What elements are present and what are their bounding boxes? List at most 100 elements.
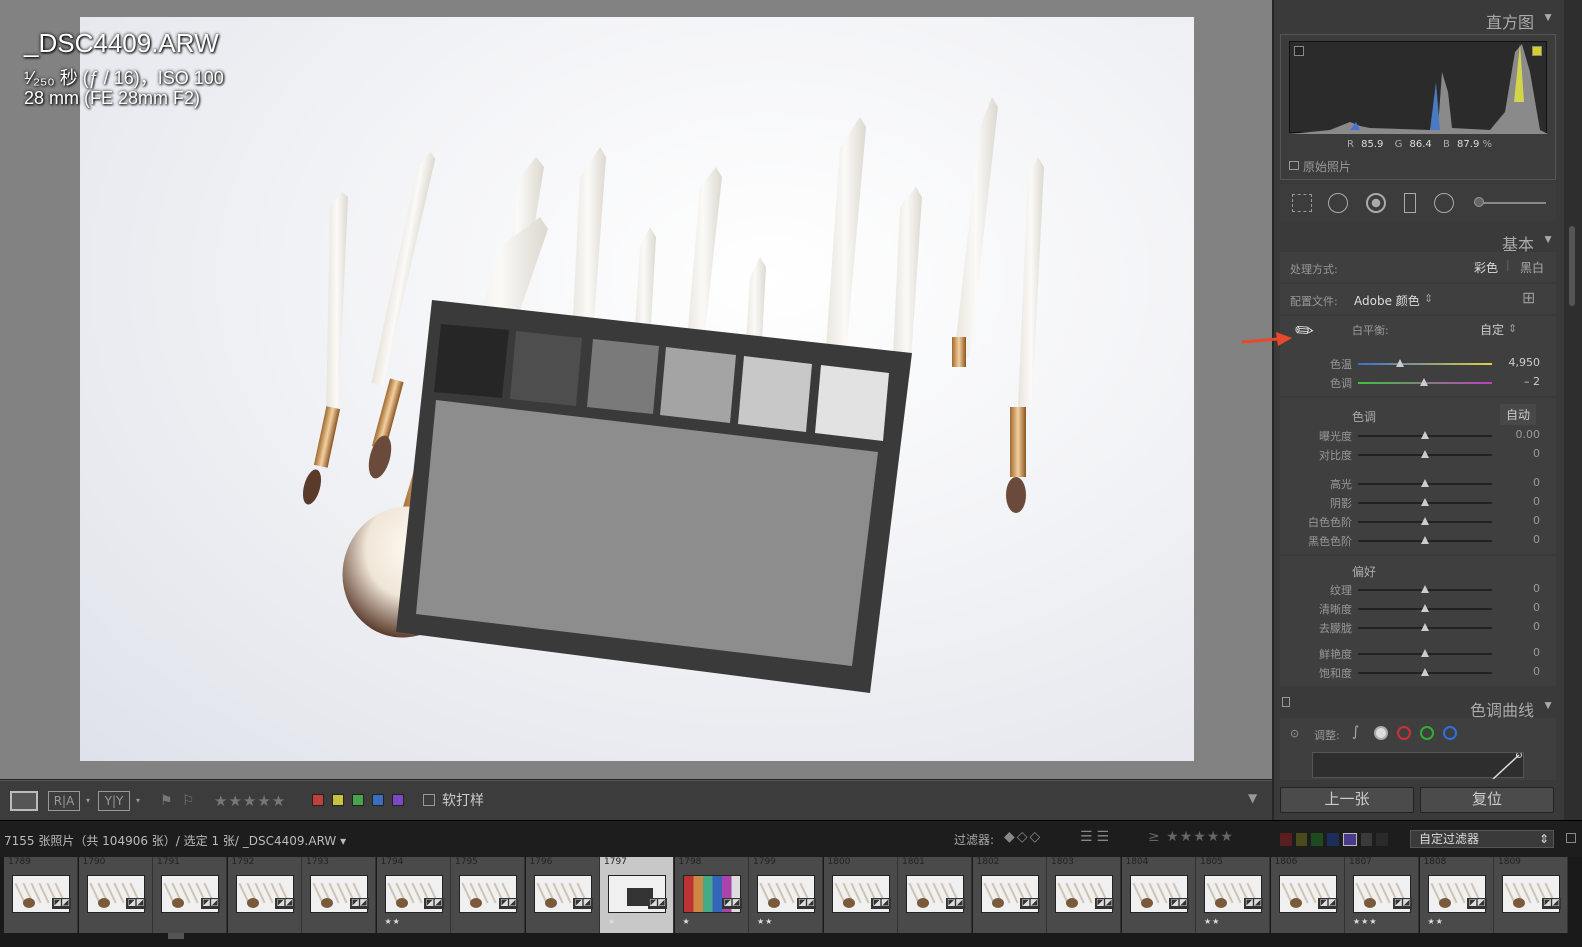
edit-badge-icon[interactable]: ◪◩ [349, 898, 369, 909]
edit-badge-icon[interactable]: ◪◩ [275, 898, 295, 909]
previous-button[interactable]: 上一张 [1280, 787, 1414, 813]
edit-filter-icons[interactable]: ☰☰ [1080, 829, 1113, 845]
edit-badge-icon[interactable]: ◪◩ [498, 898, 518, 909]
radial-filter-icon[interactable] [1434, 193, 1454, 213]
color-filter-red[interactable] [1280, 833, 1292, 846]
edit-badge-icon[interactable]: ◪◩ [1392, 898, 1412, 909]
edit-badge-icon[interactable]: ◪◩ [871, 898, 891, 909]
slider-track[interactable] [1358, 479, 1492, 487]
filmstrip-thumbnail[interactable]: 1797 ◪◩ ★ [600, 857, 674, 933]
profile-browser-grid-icon[interactable]: ⊞ [1522, 288, 1535, 307]
edit-badge-icon[interactable]: ◪◩ [1243, 898, 1263, 909]
updown-chevron-icon[interactable]: ⇕ [1539, 831, 1549, 847]
filter-lock-icon[interactable] [1566, 833, 1576, 843]
histogram-graph[interactable] [1289, 41, 1548, 134]
adjustment-brush-icon[interactable] [1474, 197, 1484, 207]
slider-track[interactable] [1358, 517, 1492, 525]
filmstrip-thumbnail[interactable]: 1806 ◪◩ [1270, 857, 1345, 933]
treatment-bw-button[interactable]: 黑白 [1520, 259, 1544, 276]
filmstrip-thumbnail[interactable]: 1792 ◪◩ [227, 857, 302, 933]
color-filter-other[interactable] [1376, 833, 1389, 846]
tint-slider-knob[interactable] [1419, 378, 1428, 386]
filmstrip-thumbnail[interactable]: 1807 ◪◩ ★★★ [1345, 857, 1419, 933]
photo-preview[interactable] [80, 17, 1194, 761]
temp-value[interactable]: 4,950 [1500, 356, 1541, 369]
treatment-color-button[interactable]: 彩色 [1474, 259, 1498, 276]
rating-filter-icons[interactable]: ≥ ★★★★★ [1148, 829, 1234, 845]
red-channel-icon[interactable] [1397, 726, 1411, 740]
slider-knob[interactable] [1421, 431, 1429, 439]
flag-filter-icons[interactable]: ◆◇◇ [1004, 829, 1042, 845]
red-eye-icon[interactable] [1366, 193, 1386, 213]
filter-preset-select[interactable]: 自定过滤器 ⇕ [1410, 830, 1554, 848]
slider-track[interactable] [1358, 623, 1492, 631]
highlight-clipping-icon[interactable] [1532, 46, 1542, 56]
filmstrip-thumbnail[interactable]: 1793 ◪◩ [302, 857, 376, 933]
slider-value[interactable]: 0 [1500, 514, 1540, 527]
slider-track[interactable] [1358, 498, 1492, 506]
filmstrip-thumbnail[interactable]: 1802 ◪◩ [972, 857, 1047, 933]
edit-badge-icon[interactable]: ◪◩ [1318, 898, 1338, 909]
white-balance-eyedropper-icon[interactable]: ✎ [1290, 316, 1320, 347]
slider-knob[interactable] [1421, 585, 1429, 593]
edit-badge-icon[interactable]: ◪◩ [1467, 898, 1487, 909]
point-curve-rgb-icon[interactable] [1374, 726, 1388, 740]
slider-track[interactable] [1358, 668, 1492, 676]
collapse-triangle-icon[interactable]: ▼ [1542, 10, 1554, 24]
edit-badge-icon[interactable]: ◪◩ [424, 898, 444, 909]
slider-value[interactable]: 0.00 [1500, 428, 1541, 441]
white-balance-select[interactable]: 自定 [1480, 321, 1504, 338]
spot-removal-icon[interactable] [1328, 193, 1348, 213]
slider-knob[interactable] [1421, 479, 1429, 487]
blue-channel-icon[interactable] [1443, 726, 1457, 740]
filmstrip-scrollbar-thumb[interactable] [168, 933, 184, 939]
updown-chevron-icon[interactable]: ⇕ [1508, 322, 1517, 335]
brush-slider-track[interactable] [1480, 202, 1546, 204]
slider-value[interactable]: 0 [1500, 495, 1540, 508]
tone-curve-graph[interactable] [1312, 752, 1524, 780]
slider-knob[interactable] [1421, 498, 1429, 506]
profile-select[interactable]: Adobe 颜色 [1354, 292, 1420, 309]
edit-badge-icon[interactable]: ◪◩ [945, 898, 965, 909]
color-filter-purple[interactable] [1342, 833, 1357, 846]
slider-track[interactable] [1358, 431, 1492, 439]
edit-badge-icon[interactable]: ◪◩ [200, 898, 220, 909]
filmstrip-thumbnail[interactable]: 1791 ◪◩ [153, 857, 227, 933]
temp-slider[interactable] [1358, 359, 1492, 367]
filmstrip-thumbnail[interactable]: 1799 ◪◩ ★★ [749, 857, 823, 933]
filmstrip-thumbnail[interactable]: 1794 ◪◩ ★★ [376, 857, 451, 933]
basic-panel-header[interactable]: 基本 ▼ [1274, 226, 1564, 254]
soft-proof-checkbox[interactable] [423, 794, 435, 806]
edit-badge-icon[interactable]: ◪◩ [647, 898, 667, 909]
color-label-yellow[interactable] [332, 794, 344, 806]
original-photo-checkbox[interactable] [1289, 161, 1299, 170]
slider-track[interactable] [1358, 585, 1492, 593]
shadow-clipping-icon[interactable] [1294, 46, 1304, 56]
filmstrip-thumbnail[interactable]: 1790 ◪◩ [78, 857, 153, 933]
edit-badge-icon[interactable]: ◪◩ [1094, 898, 1114, 909]
flag-reject-icon[interactable]: ⚐ [182, 791, 196, 811]
panel-scrollbar[interactable] [1564, 0, 1582, 820]
slider-knob[interactable] [1421, 623, 1429, 631]
edit-badge-icon[interactable]: ◪◩ [1020, 898, 1040, 909]
histogram-panel-header[interactable]: 直方图 ▼ [1274, 4, 1564, 32]
filmstrip-thumbnail[interactable]: 1808 ◪◩ ★★ [1419, 857, 1494, 933]
slider-knob[interactable] [1421, 517, 1429, 525]
filmstrip-thumbnail[interactable]: 1798 ◪◩ ★ [674, 857, 749, 933]
filmstrip-thumbnail[interactable]: 1804 ◪◩ [1121, 857, 1196, 933]
panel-scrollbar-thumb[interactable] [1569, 226, 1575, 306]
filmstrip[interactable]: 1789 ◪◩ 1790 ◪◩ 1791 ◪◩ 1792 ◪◩ 1793 ◪◩ 1794 ◪◩ ★★ 17… [0, 857, 1582, 947]
image-viewer[interactable]: _DSC4409.ARW ¹⁄₂₅₀ 秒 (ƒ / 16)，ISO 100 28… [0, 0, 1272, 779]
slider-knob[interactable] [1421, 668, 1429, 676]
compare-view-icon[interactable]: Y|Y [98, 791, 130, 811]
filmstrip-thumbnail[interactable]: 1809 ◪◩ [1494, 857, 1568, 933]
crop-tool-icon[interactable] [1292, 194, 1312, 212]
chevron-down-icon[interactable]: ▾ [136, 791, 144, 811]
slider-knob[interactable] [1421, 649, 1429, 657]
collapse-triangle-icon[interactable]: ▼ [1542, 232, 1554, 246]
toolbar-menu-chevron-icon[interactable]: ▼ [1248, 791, 1262, 811]
edit-badge-icon[interactable]: ◪◩ [51, 898, 71, 909]
edit-badge-icon[interactable]: ◪◩ [573, 898, 593, 909]
color-filter-none[interactable] [1360, 833, 1373, 846]
slider-track[interactable] [1358, 604, 1492, 612]
